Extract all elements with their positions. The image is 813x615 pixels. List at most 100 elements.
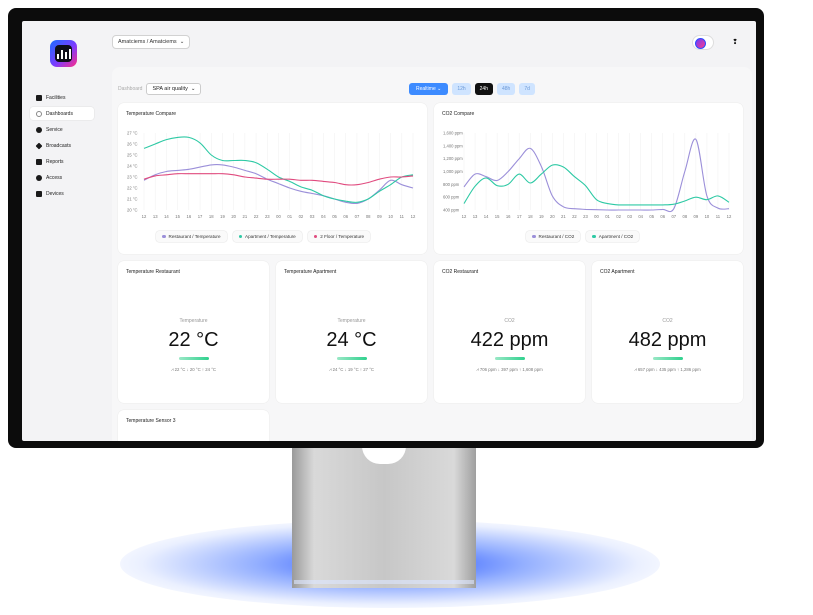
range-7d-button[interactable]: 7d <box>519 83 535 95</box>
metric-stats: ⩘ 22 °C ↓ 20 °C ↑ 24 °C <box>170 367 217 372</box>
y-tick-label: 27 °C <box>127 131 138 136</box>
x-tick-label: 03 <box>627 214 632 219</box>
sidebar-item-label: Dashboards <box>46 110 73 117</box>
breadcrumb[interactable]: Amatciems / Amatciems ⌄ <box>112 35 191 49</box>
metric-indicator-bar <box>494 357 525 360</box>
card-title: Temperature Sensor 3 <box>126 418 176 424</box>
sidebar-item-reports[interactable]: Reports <box>30 155 94 168</box>
x-tick-label: 02 <box>299 214 304 219</box>
metric-stats: ⩘ 657 ppm ↓ 435 ppm ↑ 1,286 ppm <box>634 367 701 372</box>
range-48h-button[interactable]: 48h <box>497 83 516 95</box>
dashboard-label: Dashboard <box>118 86 143 92</box>
x-tick-label: 07 <box>671 214 676 219</box>
time-range-controls: Realtime ⌄ 12h 24h 48h 7d <box>409 83 535 95</box>
x-tick-label: 09 <box>377 214 382 219</box>
dashboard-icon <box>36 110 42 117</box>
x-tick-label: 21 <box>243 214 248 219</box>
temperature-restaurant-card: Temperature Restaurant Temperature 22 °C… <box>118 261 269 403</box>
dashboard-content: Dashboard SPA air quality ⌄ Realtime ⌄ 1… <box>112 67 752 441</box>
x-tick-label: 08 <box>366 214 371 219</box>
monitor-stand <box>292 446 476 588</box>
y-tick-label: 25 °C <box>127 153 138 158</box>
metric-label: CO2 <box>504 318 515 324</box>
topbar: Amatciems / Amatciems ⌄ ❢ <box>112 35 742 51</box>
metric-value: 422 ppm <box>470 329 549 351</box>
metric-label: CO2 <box>662 318 673 324</box>
x-tick-label: 11 <box>716 214 721 219</box>
legend-label: Apartment / CO2 <box>598 234 634 239</box>
legend-dot <box>162 234 166 239</box>
x-tick-label: 01 <box>287 214 292 219</box>
y-tick-label: 600 ppm <box>443 195 460 200</box>
user-avatar-icon <box>695 38 706 49</box>
x-tick-label: 04 <box>638 214 643 219</box>
screen: Facilities Dashboards Service Broadcasts… <box>22 21 756 441</box>
range-12h-button[interactable]: 12h <box>452 83 471 95</box>
avatar[interactable] <box>692 35 714 50</box>
x-tick-label: 10 <box>705 214 710 219</box>
legend-restaurant[interactable]: Restaurant / Temperature <box>156 231 227 242</box>
chevron-down-icon: ⌄ <box>179 39 185 45</box>
access-icon <box>36 174 42 181</box>
bell-icon[interactable]: ❢ <box>732 38 738 46</box>
metric-indicator-bar <box>336 357 367 360</box>
chevron-down-icon: ⌄ <box>190 86 196 92</box>
app-logo[interactable] <box>50 40 77 67</box>
x-tick-label: 07 <box>355 214 360 219</box>
sidebar-item-dashboards[interactable]: Dashboards <box>30 107 94 120</box>
x-tick-label: 20 <box>550 214 555 219</box>
metric-label: Temperature <box>179 318 208 324</box>
y-tick-label: 26 °C <box>127 142 138 147</box>
x-tick-label: 17 <box>517 214 522 219</box>
sidebar-item-label: Access <box>46 174 63 181</box>
sidebar-item-label: Facilities <box>46 94 66 101</box>
legend-2-floor[interactable]: 2 Floor / Temperature <box>307 231 371 242</box>
sidebar-item-devices[interactable]: Devices <box>30 187 94 200</box>
sidebar-item-broadcasts[interactable]: Broadcasts <box>30 139 94 152</box>
x-tick-label: 03 <box>310 214 315 219</box>
sidebar-item-label: Reports <box>46 158 64 165</box>
legend-dot <box>532 234 536 239</box>
sidebar: Facilities Dashboards Service Broadcasts… <box>30 91 94 203</box>
x-tick-label: 06 <box>343 214 348 219</box>
sidebar-item-label: Service <box>46 126 63 133</box>
legend-apartment[interactable]: Apartment / Temperature <box>232 231 302 242</box>
temperature-sensor-3-card: Temperature Sensor 3 <box>118 410 269 441</box>
y-tick-label: 1,400 ppm <box>443 143 463 148</box>
x-tick-label: 08 <box>682 214 687 219</box>
x-tick-label: 14 <box>164 214 169 219</box>
legend-apartment[interactable]: Apartment / CO2 <box>586 231 640 242</box>
legend-label: Restaurant / CO2 <box>538 234 575 239</box>
dashboard-select[interactable]: SPA air quality ⌄ <box>146 83 202 95</box>
x-tick-label: 12 <box>727 214 732 219</box>
x-tick-label: 09 <box>694 214 699 219</box>
stand-foot <box>294 580 474 584</box>
y-tick-label: 1,000 ppm <box>443 169 463 174</box>
co2-compare-card: CO2 Compare 12 13 14 15 16 17 18 19 20 21 22 23 00 01… <box>434 103 743 254</box>
realtime-button[interactable]: Realtime ⌄ <box>409 83 449 95</box>
x-tick-label: 11 <box>400 214 405 219</box>
metric-indicator-bar <box>178 357 209 360</box>
x-tick-label: 12 <box>411 214 416 219</box>
x-tick-label: 02 <box>616 214 621 219</box>
x-tick-label: 20 <box>231 214 236 219</box>
legend-restaurant[interactable]: Restaurant / CO2 <box>526 231 581 242</box>
x-tick-label: 16 <box>186 214 191 219</box>
sidebar-item-access[interactable]: Access <box>30 171 94 184</box>
x-tick-label: 04 <box>321 214 326 219</box>
card-title: CO2 Restaurant <box>442 269 479 275</box>
broadcast-icon <box>35 142 43 149</box>
metric-value: 24 °C <box>326 329 377 351</box>
legend-dot <box>313 234 318 239</box>
temperature-apartment-card: Temperature Apartment Temperature 24 °C … <box>276 261 427 403</box>
y-tick-label: 800 ppm <box>443 182 460 187</box>
range-24h-button[interactable]: 24h <box>474 83 493 95</box>
x-tick-label: 22 <box>254 214 259 219</box>
legend-label: Apartment / Temperature <box>245 234 296 239</box>
x-tick-label: 15 <box>495 214 500 219</box>
sidebar-item-service[interactable]: Service <box>30 123 94 136</box>
card-title: Temperature Apartment <box>284 269 337 275</box>
legend-dot <box>238 234 243 239</box>
sidebar-item-facilities[interactable]: Facilities <box>30 91 94 104</box>
metric-indicator-bar <box>652 357 683 360</box>
